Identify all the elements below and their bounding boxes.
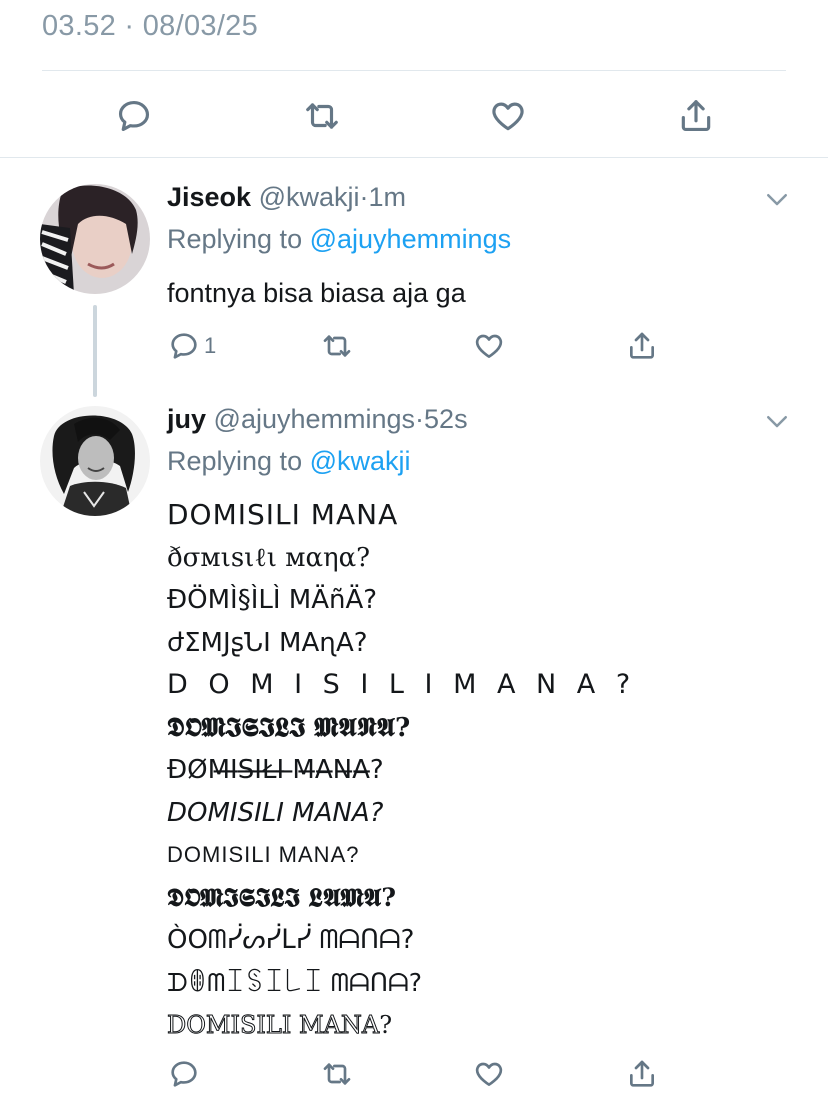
tweet-action-bar — [0, 88, 828, 144]
display-name[interactable]: juy — [167, 404, 206, 434]
user-handle[interactable]: @ajuyhemmings — [214, 404, 416, 434]
thread-connector — [93, 305, 97, 397]
share-icon — [630, 1060, 654, 1087]
reply-button[interactable] — [168, 1054, 200, 1094]
retweet-icon — [323, 1063, 351, 1085]
share-icon — [681, 100, 711, 132]
reply-button[interactable] — [106, 88, 162, 144]
replying-to: Replying to @ajuyhemmings — [167, 224, 511, 255]
retweet-icon — [306, 103, 338, 129]
heart-icon — [475, 334, 503, 358]
font-line: 𝕯𝕺𝕸𝕴𝕾𝕴𝕷𝕴 𝕷𝕬𝕸𝕬? — [167, 882, 396, 912]
font-line: ĐÖMÌ§ÌLÌ MÄñÄ? — [167, 585, 378, 615]
retweet-icon — [323, 335, 351, 357]
font-line: 𝕯𝕺𝕸𝕴𝕾𝕴𝕷𝕴 𝕸𝕬𝕹𝕬? — [167, 712, 411, 743]
more-options-button[interactable] — [762, 406, 792, 436]
reply-time: 1m — [368, 182, 407, 212]
user-handle[interactable]: @kwakji — [259, 182, 360, 212]
share-button[interactable] — [626, 326, 658, 366]
avatar[interactable] — [40, 406, 150, 516]
font-line: ðσмιѕιℓι мαηα? — [167, 542, 371, 573]
separator: · — [415, 404, 425, 434]
divider — [42, 70, 786, 71]
reply-icon — [171, 1061, 197, 1087]
font-line: DOMISILI MANA? — [166, 1004, 787, 1047]
reply-time: 52s — [424, 404, 468, 434]
reply-count: 1 — [204, 333, 217, 358]
reply-header: Jiseok @kwakji·1m — [167, 182, 406, 213]
display-name[interactable]: Jiseok — [167, 182, 251, 212]
font-line: D O M I S I L I M A N A ? — [167, 669, 637, 700]
retweet-button[interactable] — [321, 326, 353, 366]
share-button[interactable] — [626, 1054, 658, 1094]
like-button[interactable] — [473, 326, 505, 366]
like-button[interactable] — [473, 1054, 505, 1094]
heart-icon — [475, 1062, 503, 1086]
reply-button[interactable]: 1 — [168, 326, 216, 366]
replying-prefix: Replying to — [167, 446, 303, 476]
font-line: DOMISILI MANA? — [167, 842, 360, 867]
chevron-down-icon — [767, 416, 787, 428]
reply-text: fontnya bisa biasa aja ga — [167, 278, 466, 308]
font-line: ᗪꂦᗰꀤꌗꀤ꒒ꀤ ᗰᗩᑎᗩ? — [167, 967, 423, 997]
more-options-button[interactable] — [762, 184, 792, 214]
font-line: ĐØM̶I̶S̶I̶Ł̶I̶ ̶M̶A̶N̶A̶? — [167, 755, 384, 785]
chevron-down-icon — [767, 194, 787, 206]
replying-to: Replying to @kwakji — [167, 446, 411, 477]
share-icon — [630, 332, 654, 359]
heart-icon — [492, 102, 524, 131]
avatar[interactable] — [40, 184, 150, 294]
font-line: DOMISILI MANA — [167, 498, 399, 531]
like-button[interactable] — [480, 88, 536, 144]
question-mark: ? — [379, 1011, 393, 1039]
reply-icon — [171, 333, 197, 359]
font-line: ÒOᗰᓰᔕᓰᒪᓰ ᗰᗩᑎᗩ? — [167, 925, 415, 955]
reply-text: DOMISILI MANA ðσмιѕιℓι мαηα? ĐÖMÌ§ÌLÌ MÄ… — [166, 494, 787, 1047]
reply-header: juy @ajuyhemmings·52s — [167, 404, 468, 435]
share-button[interactable] — [668, 88, 724, 144]
font-line: DOMISILI MANA? — [167, 797, 384, 828]
separator: · — [359, 182, 369, 212]
replying-prefix: Replying to — [167, 224, 303, 254]
retweet-button[interactable] — [321, 1054, 353, 1094]
mention-link[interactable]: @kwakji — [310, 446, 411, 476]
reply-icon — [118, 100, 150, 132]
mention-link[interactable]: @ajuyhemmings — [310, 224, 512, 254]
outline-text: DOMISILI MANA — [166, 1011, 380, 1040]
divider — [0, 157, 828, 158]
retweet-button[interactable] — [294, 88, 350, 144]
font-line: ժΣMJʂՆI MAɳA? — [167, 627, 368, 658]
tweet-timestamp: 03.52 · 08/03/25 — [42, 10, 259, 42]
